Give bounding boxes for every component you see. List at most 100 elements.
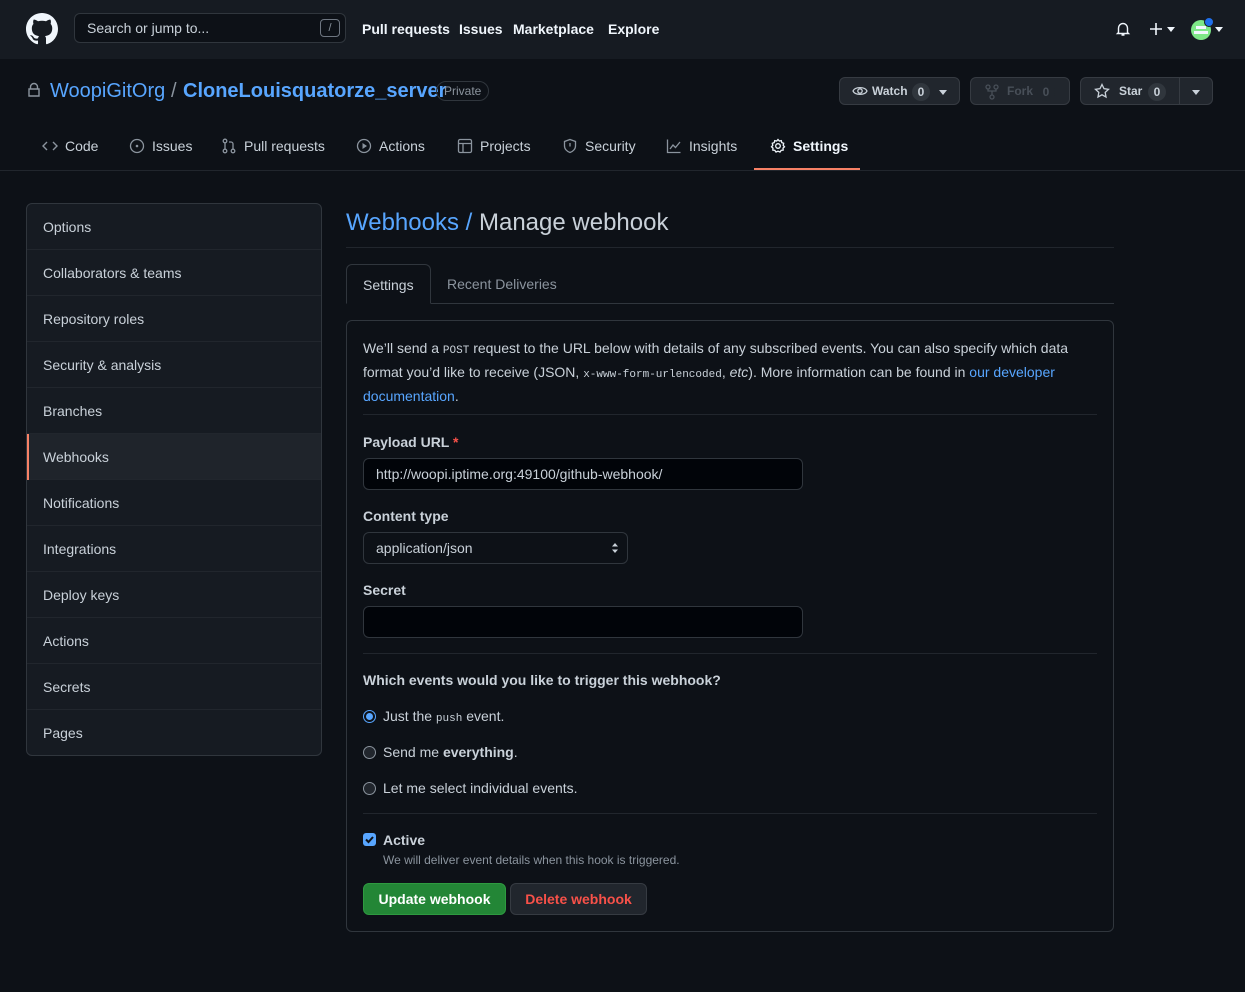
subtab-settings[interactable]: Settings — [346, 264, 431, 304]
event-push-label-pre: Just the — [383, 707, 436, 724]
git-pull-request-icon — [222, 138, 236, 154]
fork-button[interactable]: Fork 0 — [970, 77, 1070, 105]
avatar-icon[interactable] — [1191, 17, 1213, 41]
nav-explore[interactable]: Explore — [608, 20, 659, 38]
event-select-radio[interactable] — [363, 781, 376, 795]
event-push-label-post: event. — [462, 707, 505, 724]
code-icon — [42, 141, 58, 151]
page-title: Webhooks / Manage webhook — [346, 208, 668, 238]
eye-icon — [852, 86, 868, 96]
select-arrows-icon — [612, 543, 618, 553]
sidebar-item-repository-roles[interactable]: Repository roles — [27, 296, 321, 342]
star-count: 0 — [1148, 83, 1166, 101]
sidebar-item-notifications[interactable]: Notifications — [27, 480, 321, 526]
intro-text: We’ll send a POST request to the URL bel… — [363, 338, 1073, 407]
plus-icon[interactable] — [1148, 21, 1164, 37]
sidebar-item-branches[interactable]: Branches — [27, 388, 321, 434]
nav-issues[interactable]: Issues — [459, 20, 503, 38]
sidebar-item-integrations[interactable]: Integrations — [27, 526, 321, 572]
tab-pull-requests[interactable]: Pull requests — [221, 122, 325, 170]
graph-icon — [666, 139, 681, 154]
intro-etc: etc — [729, 364, 749, 380]
star-chevron-down-icon[interactable] — [1192, 90, 1200, 95]
star-icon — [1094, 83, 1110, 99]
tab-projects-label: Projects — [480, 138, 531, 154]
title-divider — [346, 247, 1114, 248]
tab-issues-label: Issues — [152, 138, 193, 154]
tab-settings[interactable]: Settings — [770, 122, 848, 170]
intro-text-5: . — [454, 388, 459, 404]
sidebar-item-collaborators[interactable]: Collaborators & teams — [27, 250, 321, 296]
sidebar-item-webhooks[interactable]: Webhooks — [27, 434, 321, 480]
event-everything-strong: everything — [442, 744, 514, 760]
shield-icon — [563, 138, 577, 154]
payload-url-input[interactable]: http://woopi.iptime.org:49100/github-web… — [363, 458, 803, 490]
required-mark: * — [453, 434, 459, 450]
events-question: Which events would you like to trigger t… — [363, 672, 721, 688]
content-type-label: Content type — [363, 508, 449, 524]
event-everything-radio[interactable] — [363, 745, 376, 759]
search-input[interactable]: Search or jump to... — [74, 13, 346, 43]
tab-security[interactable]: Security — [562, 122, 636, 170]
avatar-chevron-down-icon[interactable] — [1215, 27, 1223, 32]
event-everything-option[interactable]: Send me everything. — [363, 743, 518, 761]
star-button[interactable]: Star 0 — [1080, 77, 1213, 105]
repo-owner-link[interactable]: WoopiGitOrg — [50, 79, 165, 103]
subtab-recent-deliveries[interactable]: Recent Deliveries — [431, 264, 573, 304]
tab-settings-label: Settings — [793, 138, 849, 154]
repo-name-link[interactable]: CloneLouisquatorze_server — [183, 79, 446, 103]
tab-actions-label: Actions — [379, 138, 425, 154]
tab-actions[interactable]: Actions — [356, 122, 425, 170]
event-everything-label-pre: Send me — [383, 744, 443, 760]
github-logo-icon[interactable] — [26, 13, 58, 45]
gear-icon — [770, 138, 786, 153]
delete-webhook-button[interactable]: Delete webhook — [510, 883, 647, 915]
tab-code-label: Code — [65, 138, 99, 154]
settings-sidebar: Options Collaborators & teams Repository… — [26, 203, 322, 756]
nav-marketplace[interactable]: Marketplace — [513, 20, 594, 38]
lock-icon — [28, 82, 40, 97]
repo-path-separator: / — [171, 80, 177, 102]
event-everything-label: Send me everything. — [383, 744, 518, 760]
active-checkbox[interactable] — [363, 833, 376, 846]
event-push-code: push — [435, 712, 463, 725]
chevron-down-icon[interactable] — [1167, 27, 1175, 32]
event-push-label: Just the push event. — [383, 708, 504, 725]
tab-code[interactable]: Code — [42, 122, 98, 170]
tab-insights[interactable]: Insights — [666, 122, 737, 170]
watch-chevron-down-icon — [939, 90, 947, 95]
intro-text-3: , — [721, 364, 730, 380]
sidebar-item-secrets[interactable]: Secrets — [27, 664, 321, 710]
update-webhook-button[interactable]: Update webhook — [363, 883, 506, 915]
payload-url-label-text: Payload URL — [363, 434, 450, 450]
selected-tab-underline — [754, 168, 860, 170]
intro-text-1: We’ll send a — [363, 340, 443, 356]
fork-label: Fork — [1007, 84, 1034, 98]
intro-code-post: POST — [442, 345, 470, 357]
event-select-option[interactable]: Let me select individual events. — [363, 779, 578, 797]
secret-input[interactable] — [363, 606, 803, 638]
watch-button[interactable]: Watch 0 — [839, 77, 960, 105]
breadcrumb-webhooks-link[interactable]: Webhooks — [346, 209, 459, 236]
tab-pull-requests-label: Pull requests — [244, 138, 325, 154]
page-title-current: Manage webhook — [478, 209, 669, 236]
tab-projects[interactable]: Projects — [457, 122, 531, 170]
content-type-select[interactable]: application/json — [363, 532, 628, 564]
sidebar-item-actions[interactable]: Actions — [27, 618, 321, 664]
sidebar-item-security-analysis[interactable]: Security & analysis — [27, 342, 321, 388]
check-icon — [365, 836, 374, 844]
sidebar-item-options[interactable]: Options — [27, 204, 321, 250]
global-header: Search or jump to... / Pull requests Iss… — [0, 0, 1245, 59]
event-push-option[interactable]: Just the push event. — [363, 707, 504, 725]
search-shortcut-key: / — [320, 19, 340, 37]
nav-pull-requests[interactable]: Pull requests — [362, 20, 450, 38]
event-select-label: Let me select individual events. — [383, 780, 578, 796]
payload-url-label: Payload URL * — [363, 433, 458, 451]
issue-opened-icon — [129, 138, 145, 154]
bell-icon[interactable] — [1115, 21, 1131, 37]
event-push-radio[interactable] — [363, 709, 376, 723]
tab-issues[interactable]: Issues — [129, 122, 192, 170]
active-note: We will deliver event details when this … — [383, 853, 680, 867]
sidebar-item-pages[interactable]: Pages — [27, 710, 321, 755]
sidebar-item-deploy-keys[interactable]: Deploy keys — [27, 572, 321, 618]
